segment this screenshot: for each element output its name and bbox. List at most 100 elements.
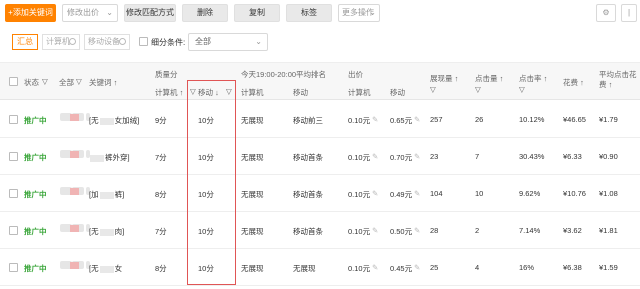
edit-icon[interactable]: ✎ — [372, 189, 378, 198]
bid-pc-cell[interactable]: 0.10元 — [348, 115, 370, 126]
select-all-checkbox[interactable] — [9, 77, 18, 86]
row-checkbox[interactable] — [9, 226, 18, 235]
keyword-prefix: [无 — [89, 116, 99, 125]
keyword-cell[interactable]: [无 肉] — [89, 226, 124, 237]
filter-icon[interactable]: ▽ — [76, 77, 82, 86]
delete-button[interactable]: 删除 — [182, 4, 228, 22]
rank-pc-cell: 无展现 — [241, 190, 264, 199]
add-keyword-button[interactable]: +添加关键词 — [5, 4, 56, 22]
tab-mobile[interactable]: 移动设备 — [84, 34, 130, 50]
row-checkbox[interactable] — [9, 189, 18, 198]
extra-button[interactable]: | — [621, 4, 637, 22]
filter-icon[interactable]: ▽ — [519, 85, 525, 94]
bid-mobile-cell[interactable]: 0.70元 — [390, 152, 412, 163]
keyword-suffix: 女 — [114, 264, 123, 273]
redacted-block — [70, 114, 79, 121]
rank-pc-cell: 无展现 — [241, 227, 264, 236]
edit-icon[interactable]: ✎ — [372, 226, 378, 235]
cpc-cell: ¥1.08 — [599, 189, 618, 198]
table-row[interactable]: [无 肉] 推广中 7分 10分 无展现 移动首条 0.10元 0.50元 28 2 7.14% ¥3.… — [0, 212, 640, 249]
modify-match-button[interactable]: 修改匹配方式 — [124, 4, 176, 22]
quality-pc-header[interactable]: 计算机 ↑ — [155, 87, 183, 98]
table-header: 状态 ▽ 全部 ▽ 关键词 ↑ 质量分 计算机 ↑ ▽ 移动 ↓ ▽ 今天19:… — [0, 62, 640, 100]
rank-group-header: 今天19:00-20:00平均排名 — [241, 70, 327, 79]
table-row[interactable]: [无女推广中 8分 10分 无展现 无展现 0.10元 0.45元 25 4 16% ¥6.38 ¥1… — [0, 249, 640, 286]
gear-icon[interactable]: ⚙ — [596, 4, 616, 22]
row-checkbox[interactable] — [9, 263, 18, 272]
impressions-cell: 257 — [430, 115, 443, 124]
ctr-header[interactable]: 点击率 ↑ — [519, 73, 547, 84]
bid-mobile-cell[interactable]: 0.49元 — [390, 189, 412, 200]
status-header[interactable]: 状态 — [24, 77, 39, 88]
edit-icon[interactable]: ✎ — [372, 263, 378, 272]
row-checkbox[interactable] — [9, 152, 18, 161]
filter-icon[interactable]: ▽ — [475, 85, 481, 94]
keyword-cell[interactable]: [加 裤] — [89, 189, 124, 200]
edit-icon[interactable]: ✎ — [372, 152, 378, 161]
bid-pc-cell[interactable]: 0.10元 — [348, 152, 370, 163]
filter-icon[interactable]: ▽ — [430, 85, 436, 94]
bid-mobile-cell[interactable]: 0.50元 — [390, 226, 412, 237]
status-cell: 推广中 — [24, 227, 47, 236]
tag-button[interactable]: 标签 — [286, 4, 332, 22]
keyword-prefix: [无 — [89, 227, 99, 236]
edit-icon[interactable]: ✎ — [414, 115, 420, 124]
bid-mobile-cell[interactable]: 0.45元 — [390, 263, 412, 274]
impressions-cell: 104 — [430, 189, 443, 198]
cpc-cell: ¥0.90 — [599, 152, 618, 161]
redacted-block — [99, 191, 114, 199]
clicks-cell: 10 — [475, 189, 484, 198]
keyword-cell[interactable]: [无 女加绒] — [89, 115, 139, 126]
bid-pc-cell[interactable]: 0.10元 — [348, 263, 370, 274]
redacted-block — [70, 262, 79, 269]
ctr-cell: 7.14% — [519, 226, 541, 235]
edit-icon[interactable]: ✎ — [414, 226, 420, 235]
edit-icon[interactable]: ✎ — [372, 115, 378, 124]
status-cell: 推广中 — [24, 153, 47, 162]
cost-header[interactable]: 花费 ↑ — [563, 77, 584, 88]
tab-computer[interactable]: 计算机 — [42, 34, 80, 50]
table-row[interactable]: [加 裤] 推广中 8分 10分 无展现 移动首条 0.10元 0.49元 104 10 9.62% ¥… — [0, 175, 640, 212]
rank-mobile-cell: 移动前三 — [293, 116, 323, 125]
modify-bid-button[interactable]: 修改出价 ⌄ — [62, 4, 118, 22]
edit-icon[interactable]: ✎ — [414, 263, 420, 272]
keyword-header[interactable]: 关键词 ↑ — [89, 77, 117, 88]
cpc-cell: ¥1.59 — [599, 263, 618, 272]
cost-cell: ¥10.76 — [563, 189, 586, 198]
edit-icon[interactable]: ✎ — [414, 189, 420, 198]
keyword-cell[interactable]: [无 女 — [89, 263, 122, 274]
more-ops-button[interactable]: 更多操作 ⌄ — [338, 4, 380, 22]
detail-select[interactable]: 全部 ⌄ — [188, 33, 268, 51]
copy-button[interactable]: 复制 — [234, 4, 280, 22]
filter-icon[interactable]: ▽ — [42, 77, 48, 86]
impressions-cell: 28 — [430, 226, 439, 235]
edit-icon[interactable]: ✎ — [414, 152, 420, 161]
info-icon — [119, 38, 126, 45]
table-row[interactable]: 裤外穿] 推广中 7分 10分 无展现 移动首条 0.10元 0.70元 23 7 30.43% ¥6… — [0, 138, 640, 175]
all-header[interactable]: 全部 — [59, 77, 74, 88]
bid-pc-cell[interactable]: 0.10元 — [348, 226, 370, 237]
keyword-suffix: 裤] — [114, 190, 125, 199]
chevron-down-icon: ⌄ — [106, 8, 113, 17]
rank-pc-cell: 无展现 — [241, 116, 264, 125]
quality-header: 质量分 — [155, 70, 178, 79]
detail-checkbox[interactable] — [139, 37, 148, 46]
table-row[interactable]: [无 女加绒] 推广中 9分 10分 无展现 移动前三 0.10元 0.65元 257 26 10.1… — [0, 101, 640, 138]
row-checkbox[interactable] — [9, 115, 18, 124]
cpc-header[interactable]: 平均点击花费 ↑ — [599, 70, 639, 90]
status-cell: 推广中 — [24, 190, 47, 199]
keyword-cell[interactable]: 裤外穿] — [89, 152, 130, 163]
bid-pc-cell[interactable]: 0.10元 — [348, 189, 370, 200]
impressions-cell: 25 — [430, 263, 439, 272]
keyword-suffix: 女加绒] — [114, 116, 140, 125]
redacted-block — [70, 188, 79, 195]
clicks-header[interactable]: 点击量 ↑ — [475, 73, 503, 84]
bid-mobile-cell[interactable]: 0.65元 — [390, 115, 412, 126]
cost-cell: ¥46.65 — [563, 115, 586, 124]
rank-mobile-header: 移动 — [293, 88, 308, 97]
ctr-cell: 16% — [519, 263, 535, 272]
impressions-header[interactable]: 展现量 ↑ — [430, 73, 458, 84]
clicks-cell: 7 — [475, 152, 480, 161]
tab-summary[interactable]: 汇总 — [12, 34, 38, 50]
quality-pc-cell: 7分 — [155, 153, 167, 162]
